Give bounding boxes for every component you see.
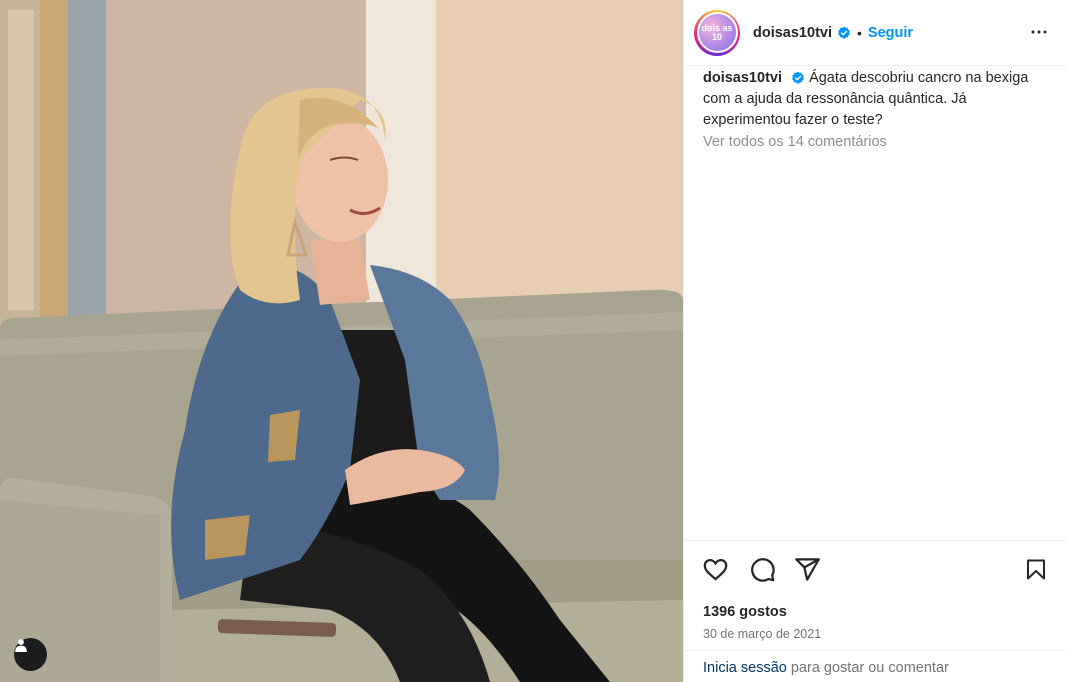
post-image[interactable]: [0, 0, 683, 682]
avatar-image: dois as 10: [698, 14, 736, 51]
post-header: dois as 10 doisas10tvi • Seguir: [684, 0, 1066, 66]
avatar[interactable]: dois as 10: [694, 9, 740, 56]
comment-icon[interactable]: [749, 556, 776, 588]
separator-dot: •: [857, 24, 862, 41]
bookmark-icon[interactable]: [1024, 556, 1048, 588]
likes-count[interactable]: 1396 gostos: [703, 604, 787, 620]
verified-badge-icon: [837, 26, 851, 40]
post-caption: doisas10tvi Ágata descobriu cancro na be…: [703, 68, 1053, 131]
view-comments-link[interactable]: Ver todos os 14 comentários: [703, 134, 887, 150]
caption-username[interactable]: doisas10tvi: [703, 70, 782, 86]
user-tag-button[interactable]: [14, 638, 47, 671]
login-link[interactable]: Inicia sessão: [703, 660, 787, 676]
verified-badge-icon: [791, 71, 805, 85]
user-tag-icon: [15, 639, 27, 652]
header-username[interactable]: doisas10tvi: [753, 25, 832, 41]
post-photo-illustration: [0, 0, 683, 682]
login-prompt-text: para gostar ou comentar: [786, 660, 949, 676]
post-side-panel: dois as 10 doisas10tvi • Seguir doisas10…: [683, 0, 1066, 682]
share-icon[interactable]: [794, 556, 821, 588]
more-options-icon[interactable]: [1030, 22, 1048, 47]
follow-button[interactable]: Seguir: [868, 25, 913, 41]
action-bar: [684, 540, 1066, 598]
post-date[interactable]: 30 de março de 2021: [703, 627, 821, 641]
login-prompt: Inicia sessão para gostar ou comentar: [684, 650, 1066, 682]
heart-icon[interactable]: [702, 556, 729, 588]
